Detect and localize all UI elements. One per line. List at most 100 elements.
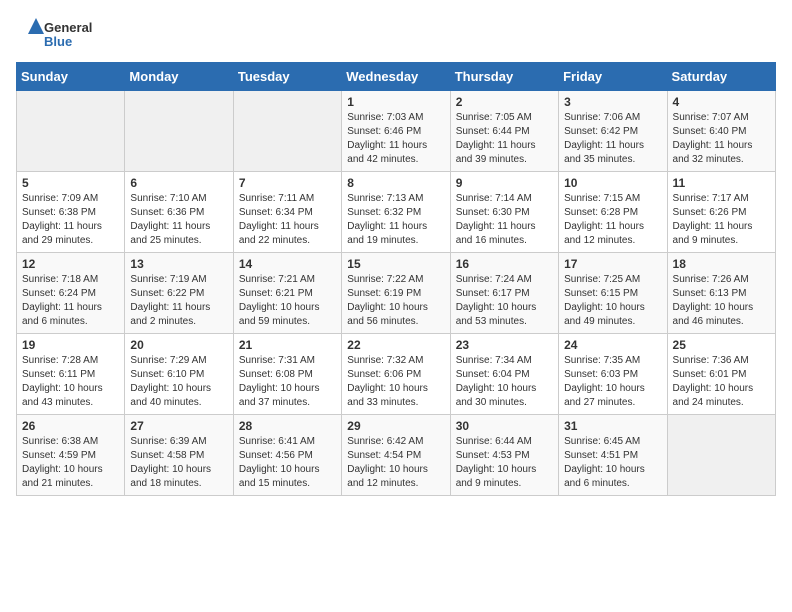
day-number: 1 [347, 95, 444, 109]
calendar-day-28: 28 Sunrise: 6:41 AMSunset: 4:56 PMDayligh… [233, 415, 341, 496]
day-number: 19 [22, 338, 119, 352]
day-info: Sunrise: 6:42 AMSunset: 4:54 PMDaylight:… [347, 435, 444, 491]
day-info: Sunrise: 7:32 AMSunset: 6:06 PMDaylight:… [347, 354, 444, 410]
logo: General Blue [16, 16, 106, 52]
day-number: 26 [22, 419, 119, 433]
calendar-day-20: 20 Sunrise: 7:29 AMSunset: 6:10 PMDayligh… [125, 334, 233, 415]
day-number: 22 [347, 338, 444, 352]
calendar-day-19: 19 Sunrise: 7:28 AMSunset: 6:11 PMDayligh… [17, 334, 125, 415]
day-number: 14 [239, 257, 336, 271]
calendar-day-4: 4Sunrise: 7:07 AMSunset: 6:40 PMDaylight… [667, 91, 775, 172]
day-info: Sunrise: 7:28 AMSunset: 6:11 PMDaylight:… [22, 354, 119, 410]
day-info: Sunrise: 7:29 AMSunset: 6:10 PMDaylight:… [130, 354, 227, 410]
calendar-day-26: 26Sunrise: 6:38 AMSunset: 4:59 PMDayligh… [17, 415, 125, 496]
weekday-header-sunday: Sunday [17, 63, 125, 91]
day-info: Sunrise: 7:15 AMSunset: 6:28 PMDaylight:… [564, 192, 661, 248]
calendar-empty-cell [667, 415, 775, 496]
day-info: Sunrise: 7:03 AMSunset: 6:46 PMDaylight:… [347, 111, 444, 167]
calendar-table: SundayMondayTuesdayWednesdayThursdayFrid… [16, 62, 776, 496]
day-number: 7 [239, 176, 336, 190]
day-info: Sunrise: 7:26 AMSunset: 6:13 PMDaylight:… [673, 273, 770, 329]
day-number: 31 [564, 419, 661, 433]
calendar-day-13: 13 Sunrise: 7:19 AMSunset: 6:22 PMDayligh… [125, 253, 233, 334]
calendar-day-1: 1 Sunrise: 7:03 AMSunset: 6:46 PMDaylight… [342, 91, 450, 172]
day-number: 30 [456, 419, 553, 433]
day-number: 27 [130, 419, 227, 433]
day-info: Sunrise: 7:05 AMSunset: 6:44 PMDaylight:… [456, 111, 553, 167]
day-info: Sunrise: 7:14 AMSunset: 6:30 PMDaylight:… [456, 192, 553, 248]
calendar-week-row: 5Sunrise: 7:09 AMSunset: 6:38 PMDaylight… [17, 172, 776, 253]
day-info: Sunrise: 7:09 AMSunset: 6:38 PMDaylight:… [22, 192, 119, 248]
day-number: 16 [456, 257, 553, 271]
calendar-day-12: 12Sunrise: 7:18 AMSunset: 6:24 PMDayligh… [17, 253, 125, 334]
day-number: 20 [130, 338, 227, 352]
calendar-day-15: 15Sunrise: 7:22 AMSunset: 6:19 PMDayligh… [342, 253, 450, 334]
calendar-day-24: 24 Sunrise: 7:35 AMSunset: 6:03 PMDayligh… [559, 334, 667, 415]
calendar-day-10: 10 Sunrise: 7:15 AMSunset: 6:28 PMDayligh… [559, 172, 667, 253]
calendar-day-6: 6 Sunrise: 7:10 AMSunset: 6:36 PMDaylight… [125, 172, 233, 253]
day-info: Sunrise: 7:19 AMSunset: 6:22 PMDaylight:… [130, 273, 227, 329]
calendar-day-3: 3 Sunrise: 7:06 AMSunset: 6:42 PMDaylight… [559, 91, 667, 172]
day-info: Sunrise: 7:24 AMSunset: 6:17 PMDaylight:… [456, 273, 553, 329]
day-info: Sunrise: 7:25 AMSunset: 6:15 PMDaylight:… [564, 273, 661, 329]
calendar-day-17: 17 Sunrise: 7:25 AMSunset: 6:15 PMDayligh… [559, 253, 667, 334]
weekday-header-wednesday: Wednesday [342, 63, 450, 91]
day-number: 24 [564, 338, 661, 352]
day-info: Sunrise: 7:36 AMSunset: 6:01 PMDaylight:… [673, 354, 770, 410]
day-number: 10 [564, 176, 661, 190]
calendar-day-18: 18Sunrise: 7:26 AMSunset: 6:13 PMDayligh… [667, 253, 775, 334]
day-info: Sunrise: 7:13 AMSunset: 6:32 PMDaylight:… [347, 192, 444, 248]
day-info: Sunrise: 7:34 AMSunset: 6:04 PMDaylight:… [456, 354, 553, 410]
day-info: Sunrise: 7:22 AMSunset: 6:19 PMDaylight:… [347, 273, 444, 329]
calendar-day-16: 16 Sunrise: 7:24 AMSunset: 6:17 PMDayligh… [450, 253, 558, 334]
day-info: Sunrise: 7:17 AMSunset: 6:26 PMDaylight:… [673, 192, 770, 248]
day-number: 9 [456, 176, 553, 190]
calendar-day-9: 9 Sunrise: 7:14 AMSunset: 6:30 PMDaylight… [450, 172, 558, 253]
calendar-day-25: 25 Sunrise: 7:36 AMSunset: 6:01 PMDayligh… [667, 334, 775, 415]
weekday-header-friday: Friday [559, 63, 667, 91]
day-number: 21 [239, 338, 336, 352]
weekday-header-saturday: Saturday [667, 63, 775, 91]
calendar-day-23: 23 Sunrise: 7:34 AMSunset: 6:04 PMDayligh… [450, 334, 558, 415]
day-info: Sunrise: 7:35 AMSunset: 6:03 PMDaylight:… [564, 354, 661, 410]
calendar-day-22: 22 Sunrise: 7:32 AMSunset: 6:06 PMDayligh… [342, 334, 450, 415]
day-info: Sunrise: 6:41 AMSunset: 4:56 PMDaylight:… [239, 435, 336, 491]
calendar-week-row: 19 Sunrise: 7:28 AMSunset: 6:11 PMDayligh… [17, 334, 776, 415]
calendar-empty-cell [125, 91, 233, 172]
weekday-header-tuesday: Tuesday [233, 63, 341, 91]
calendar-day-5: 5Sunrise: 7:09 AMSunset: 6:38 PMDaylight… [17, 172, 125, 253]
day-number: 23 [456, 338, 553, 352]
calendar-day-27: 27 Sunrise: 6:39 AMSunset: 4:58 PMDayligh… [125, 415, 233, 496]
day-number: 17 [564, 257, 661, 271]
day-info: Sunrise: 7:06 AMSunset: 6:42 PMDaylight:… [564, 111, 661, 167]
calendar-day-31: 31 Sunrise: 6:45 AMSunset: 4:51 PMDayligh… [559, 415, 667, 496]
day-number: 12 [22, 257, 119, 271]
day-number: 6 [130, 176, 227, 190]
logo-svg: General Blue [16, 16, 106, 52]
day-number: 25 [673, 338, 770, 352]
calendar-day-14: 14 Sunrise: 7:21 AMSunset: 6:21 PMDayligh… [233, 253, 341, 334]
day-number: 2 [456, 95, 553, 109]
day-info: Sunrise: 7:11 AMSunset: 6:34 PMDaylight:… [239, 192, 336, 248]
day-info: Sunrise: 6:39 AMSunset: 4:58 PMDaylight:… [130, 435, 227, 491]
day-number: 8 [347, 176, 444, 190]
calendar-day-29: 29 Sunrise: 6:42 AMSunset: 4:54 PMDayligh… [342, 415, 450, 496]
calendar-day-2: 2 Sunrise: 7:05 AMSunset: 6:44 PMDaylight… [450, 91, 558, 172]
calendar-day-7: 7 Sunrise: 7:11 AMSunset: 6:34 PMDaylight… [233, 172, 341, 253]
day-info: Sunrise: 6:45 AMSunset: 4:51 PMDaylight:… [564, 435, 661, 491]
calendar-week-row: 12Sunrise: 7:18 AMSunset: 6:24 PMDayligh… [17, 253, 776, 334]
day-number: 28 [239, 419, 336, 433]
day-number: 13 [130, 257, 227, 271]
day-info: Sunrise: 7:31 AMSunset: 6:08 PMDaylight:… [239, 354, 336, 410]
calendar-week-row: 26Sunrise: 6:38 AMSunset: 4:59 PMDayligh… [17, 415, 776, 496]
day-info: Sunrise: 7:21 AMSunset: 6:21 PMDaylight:… [239, 273, 336, 329]
calendar-day-30: 30Sunrise: 6:44 AMSunset: 4:53 PMDayligh… [450, 415, 558, 496]
day-number: 3 [564, 95, 661, 109]
weekday-header-thursday: Thursday [450, 63, 558, 91]
calendar-empty-cell [17, 91, 125, 172]
day-number: 29 [347, 419, 444, 433]
calendar-week-row: 1 Sunrise: 7:03 AMSunset: 6:46 PMDaylight… [17, 91, 776, 172]
day-info: Sunrise: 7:10 AMSunset: 6:36 PMDaylight:… [130, 192, 227, 248]
calendar-day-8: 8 Sunrise: 7:13 AMSunset: 6:32 PMDaylight… [342, 172, 450, 253]
weekday-header-row: SundayMondayTuesdayWednesdayThursdayFrid… [17, 63, 776, 91]
